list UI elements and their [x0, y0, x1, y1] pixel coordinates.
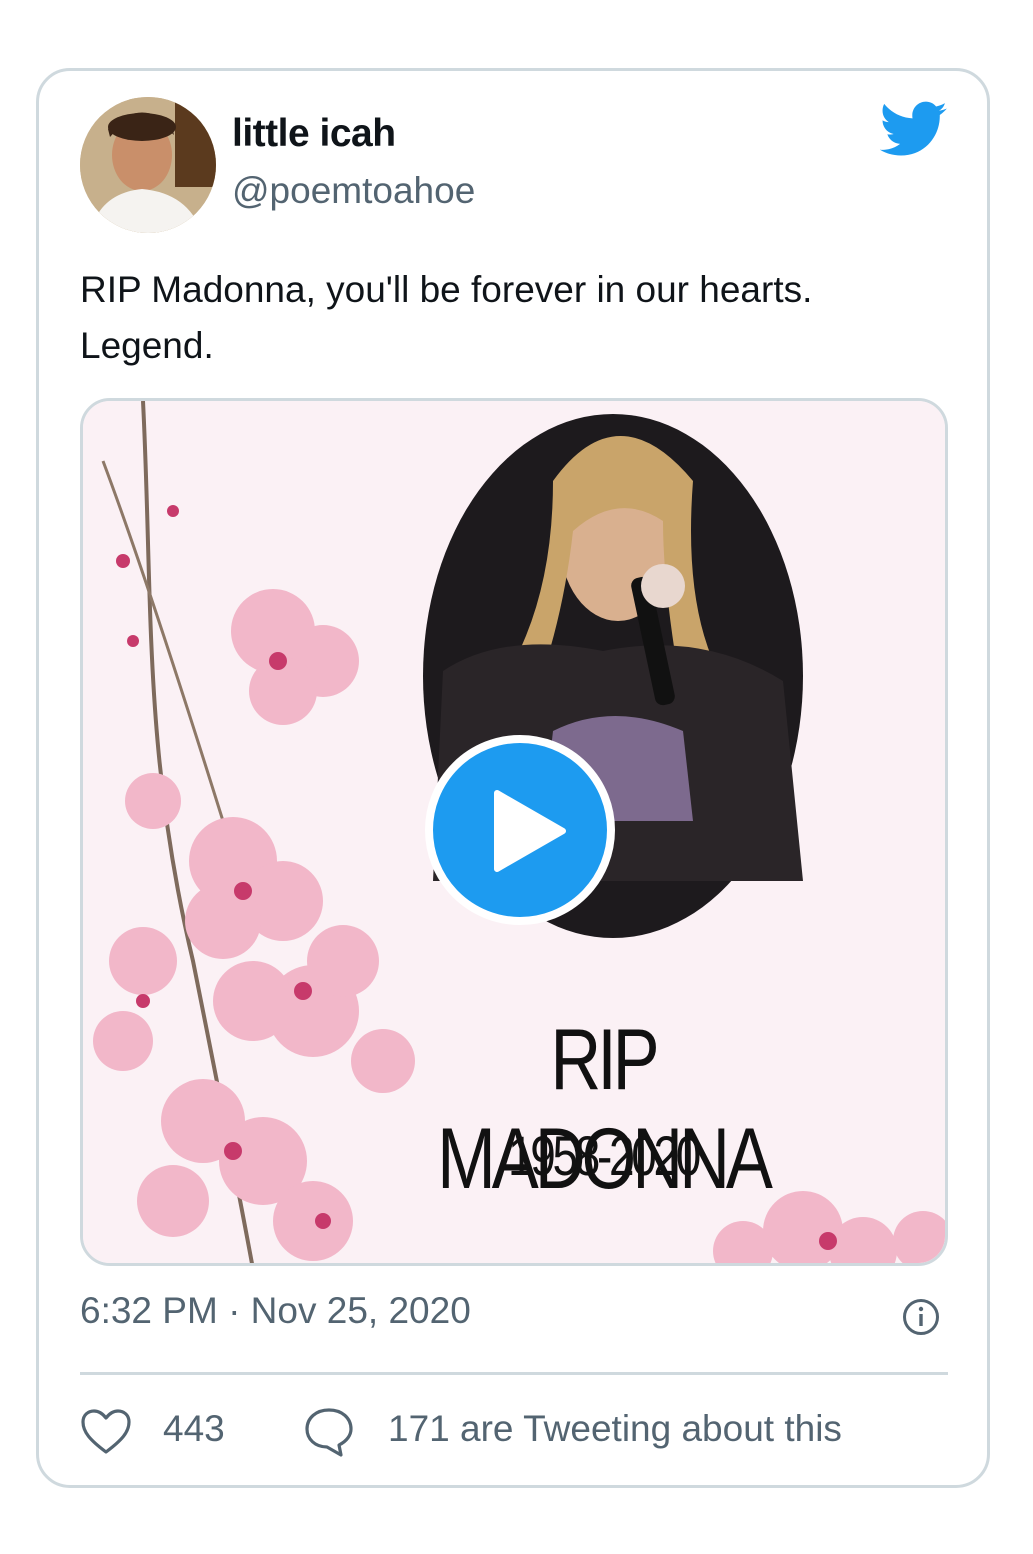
tweet-timestamp[interactable]: 6:32 PM · Nov 25, 2020 — [80, 1290, 471, 1332]
heart-icon[interactable] — [80, 1408, 132, 1456]
media-years: 1958-2020 — [507, 1124, 701, 1187]
play-button[interactable] — [425, 735, 615, 925]
video-media[interactable]: RIP MADONNA 1958-2020 — [80, 398, 948, 1266]
twitter-bird-icon[interactable] — [880, 100, 948, 160]
tweeting-count[interactable]: 171 are Tweeting about this — [388, 1408, 842, 1450]
comment-icon[interactable] — [303, 1406, 355, 1458]
tweet-text: RIP Madonna, you'll be forever in our he… — [80, 269, 813, 366]
play-icon — [494, 790, 566, 872]
divider — [80, 1372, 948, 1375]
display-name[interactable]: little icah — [232, 112, 396, 156]
like-count[interactable]: 443 — [163, 1408, 225, 1450]
user-handle[interactable]: @poemtoahoe — [232, 170, 475, 212]
avatar[interactable] — [80, 97, 216, 233]
info-icon[interactable] — [902, 1298, 940, 1336]
